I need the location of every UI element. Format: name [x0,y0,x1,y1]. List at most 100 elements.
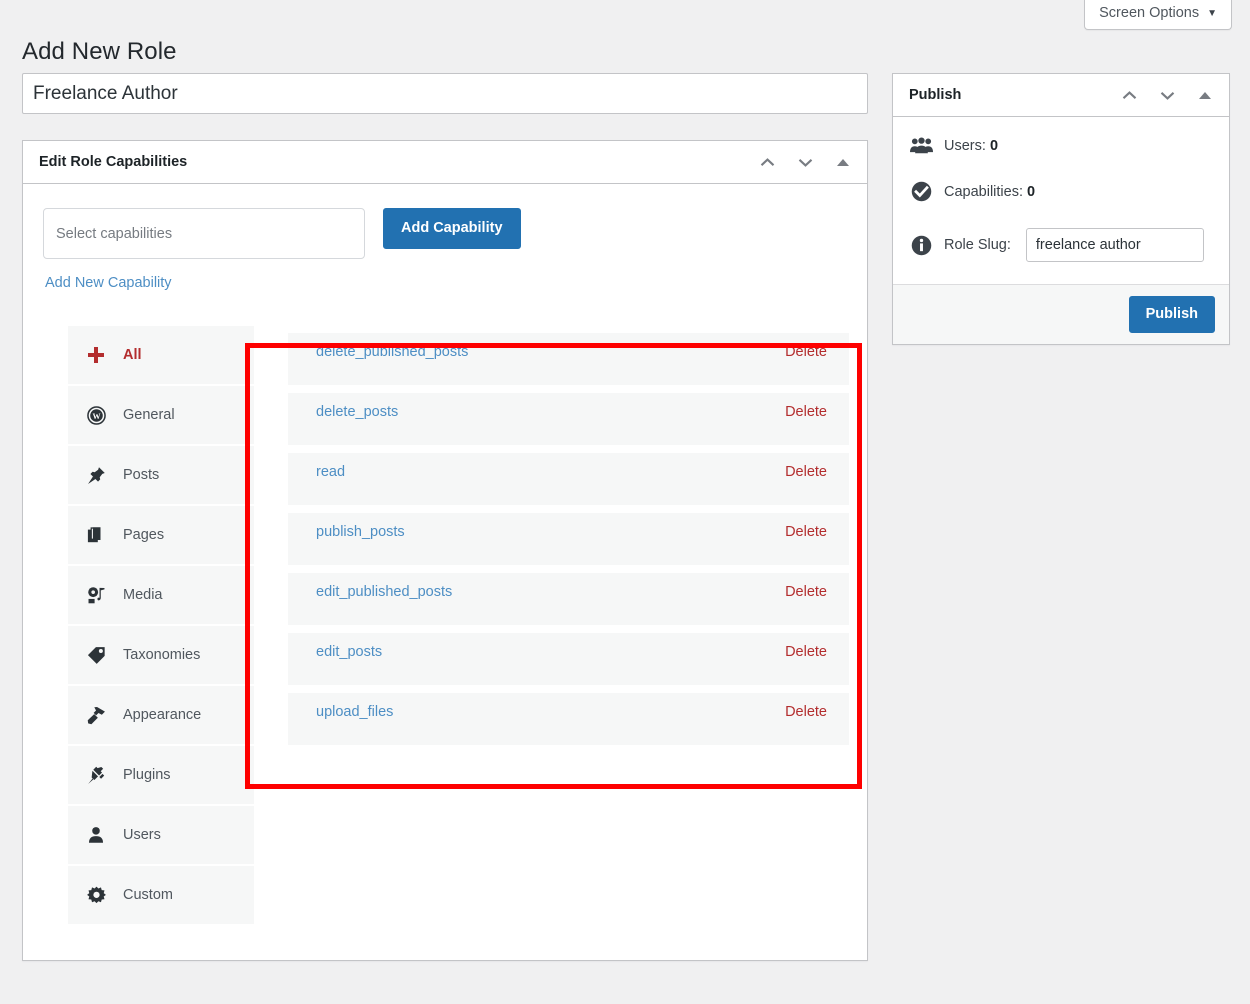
edit-role-capabilities-panel: Edit Role Capabilities Add Capability Ad… [22,140,868,961]
table-row[interactable]: read Delete [288,453,849,505]
chevron-down-icon [798,158,812,167]
media-icon [85,586,107,605]
select-capabilities-input[interactable] [43,208,365,259]
toggle-panel-button[interactable] [1195,85,1215,105]
capabilities-body: All W General Posts Pages Media Taxonomi… [23,292,867,960]
tab-media[interactable]: Media [68,566,254,624]
tab-label: Users [123,827,161,843]
tab-posts[interactable]: Posts [68,446,254,504]
tab-label: Pages [123,527,165,543]
chevron-down-icon [1160,91,1174,100]
chevron-up-icon [1122,90,1136,99]
tab-custom[interactable]: Custom [68,866,254,924]
tab-label: All [123,347,142,363]
panel-title-publish: Publish [909,86,962,103]
role-slug-input[interactable] [1025,228,1204,262]
brush-icon [85,706,107,725]
panel-title-capabilities: Edit Role Capabilities [39,153,188,170]
capability-name[interactable]: delete_published_posts [316,344,468,360]
move-up-button[interactable] [1119,85,1139,105]
chevron-down-icon: ▼ [1207,8,1217,20]
tab-users[interactable]: Users [68,806,254,864]
tab-all[interactable]: All [68,326,254,384]
users-count: 0 [989,138,999,154]
publish-footer: Publish [893,284,1229,345]
add-new-capability-link[interactable]: Add New Capability [45,275,172,291]
tab-taxonomies[interactable]: Taxonomies [68,626,254,684]
tab-pages[interactable]: Pages [68,506,254,564]
move-down-button[interactable] [1157,85,1177,105]
main-column: Edit Role Capabilities Add Capability Ad… [22,73,868,961]
delete-capability-link[interactable]: Delete [785,704,827,720]
panel-header-actions [1119,85,1215,105]
tab-label: Posts [123,467,160,483]
capabilities-count: 0 [1027,183,1036,200]
table-row[interactable]: delete_posts Delete [288,393,849,445]
panel-header-actions [757,152,853,172]
capability-name[interactable]: upload_files [316,704,393,720]
toggle-panel-button[interactable] [833,152,853,172]
role-slug-row: Role Slug: [909,228,1213,262]
move-up-button[interactable] [757,152,777,172]
table-row[interactable]: upload_files Delete [288,693,849,745]
capabilities-label: Capabilities: 0 [944,184,1035,200]
table-row[interactable]: edit_published_posts Delete [288,573,849,625]
side-column: Publish Users: 0 Capabilities: 0 Role Sl… [892,73,1230,346]
tag-icon [85,646,107,665]
users-label: Users: 0 [944,138,998,154]
publish-panel: Publish Users: 0 Capabilities: 0 Role Sl… [892,73,1230,346]
capabilities-row: Capabilities: 0 [909,181,1213,202]
user-icon [85,826,107,844]
capability-name[interactable]: read [316,464,345,480]
tab-general[interactable]: W General [68,386,254,444]
users-row: Users: 0 [909,137,1213,155]
panel-header-capabilities: Edit Role Capabilities [23,141,867,184]
publish-body: Users: 0 Capabilities: 0 Role Slug: [893,117,1229,284]
table-row[interactable]: edit_posts Delete [288,633,849,685]
screen-options-button[interactable]: Screen Options ▼ [1084,0,1232,30]
capability-name[interactable]: delete_posts [316,404,398,420]
capability-name[interactable]: edit_posts [316,644,382,660]
capabilities-list: delete_published_posts Delete delete_pos… [288,333,849,753]
delete-capability-link[interactable]: Delete [785,584,827,600]
tab-label: Media [123,587,163,603]
plugin-icon [85,766,107,785]
role-title-input[interactable] [22,73,868,114]
publish-button[interactable]: Publish [1128,296,1215,334]
tab-label: Custom [123,887,173,903]
capability-name[interactable]: edit_published_posts [316,584,452,600]
pages-icon [85,526,107,544]
triangle-up-icon [837,158,849,166]
add-capability-button[interactable]: Add Capability [383,208,521,249]
plus-icon [85,346,107,364]
page-title: Add New Role [22,38,177,66]
tab-plugins[interactable]: Plugins [68,746,254,804]
table-row[interactable]: publish_posts Delete [288,513,849,565]
users-group-icon [909,137,933,155]
check-circle-icon [909,181,933,202]
capability-group-tabs: All W General Posts Pages Media Taxonomi… [68,326,254,926]
wordpress-icon: W [85,405,107,425]
capabilities-label-text: Capabilities: [944,183,1023,200]
move-down-button[interactable] [795,152,815,172]
info-icon [909,235,933,256]
table-row[interactable]: delete_published_posts Delete [288,333,849,385]
capability-name[interactable]: publish_posts [316,524,405,540]
triangle-up-icon [1199,91,1211,99]
delete-capability-link[interactable]: Delete [785,464,827,480]
screen-options-label: Screen Options [1099,5,1200,21]
delete-capability-link[interactable]: Delete [785,644,827,660]
svg-text:W: W [92,411,100,420]
tab-label: Taxonomies [123,647,201,663]
delete-capability-link[interactable]: Delete [785,524,827,540]
pin-icon [85,466,107,485]
delete-capability-link[interactable]: Delete [785,404,827,420]
tab-appearance[interactable]: Appearance [68,686,254,744]
tab-label: Appearance [123,707,202,723]
users-label-text: Users: [944,138,986,154]
capability-adder: Add Capability [23,184,867,259]
gear-icon [85,886,107,905]
tab-label: General [123,407,175,423]
delete-capability-link[interactable]: Delete [785,344,827,360]
chevron-up-icon [760,157,774,166]
